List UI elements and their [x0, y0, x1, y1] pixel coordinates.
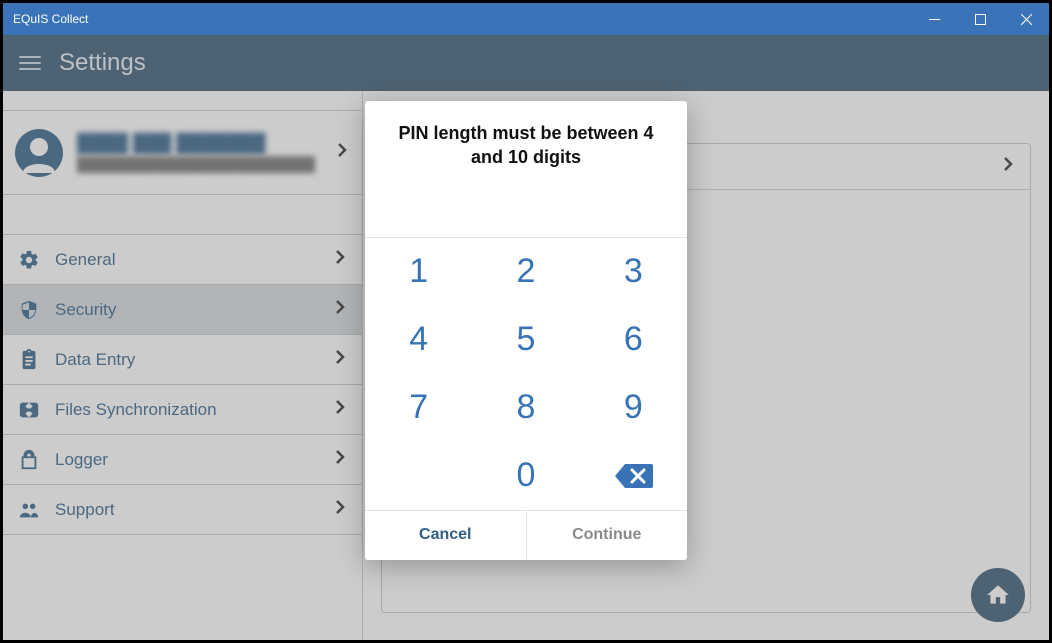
window-titlebar: EQuIS Collect	[3, 3, 1049, 35]
close-button[interactable]	[1003, 3, 1049, 35]
keypad-7[interactable]: 7	[365, 374, 472, 442]
maximize-button[interactable]	[957, 3, 1003, 35]
dialog-actions: Cancel Continue	[365, 510, 687, 560]
app-window: EQuIS Collect Settings	[3, 3, 1049, 640]
keypad-0[interactable]: 0	[472, 442, 579, 510]
pin-display	[365, 180, 687, 238]
backspace-icon	[613, 462, 653, 490]
pin-keypad: 1 2 3 4 5 6 7 8 9 0	[365, 238, 687, 510]
keypad-9[interactable]: 9	[580, 374, 687, 442]
keypad-4[interactable]: 4	[365, 306, 472, 374]
keypad-6[interactable]: 6	[580, 306, 687, 374]
pin-dialog: PIN length must be between 4 and 10 digi…	[365, 101, 687, 560]
minimize-button[interactable]	[911, 3, 957, 35]
keypad-backspace[interactable]	[580, 442, 687, 510]
keypad-empty	[365, 442, 472, 510]
keypad-5[interactable]: 5	[472, 306, 579, 374]
dialog-message: PIN length must be between 4 and 10 digi…	[365, 101, 687, 180]
cancel-button[interactable]: Cancel	[365, 511, 527, 560]
window-controls	[911, 3, 1049, 35]
keypad-1[interactable]: 1	[365, 238, 472, 306]
window-title: EQuIS Collect	[13, 12, 911, 26]
keypad-8[interactable]: 8	[472, 374, 579, 442]
keypad-3[interactable]: 3	[580, 238, 687, 306]
continue-button[interactable]: Continue	[527, 511, 688, 560]
keypad-2[interactable]: 2	[472, 238, 579, 306]
